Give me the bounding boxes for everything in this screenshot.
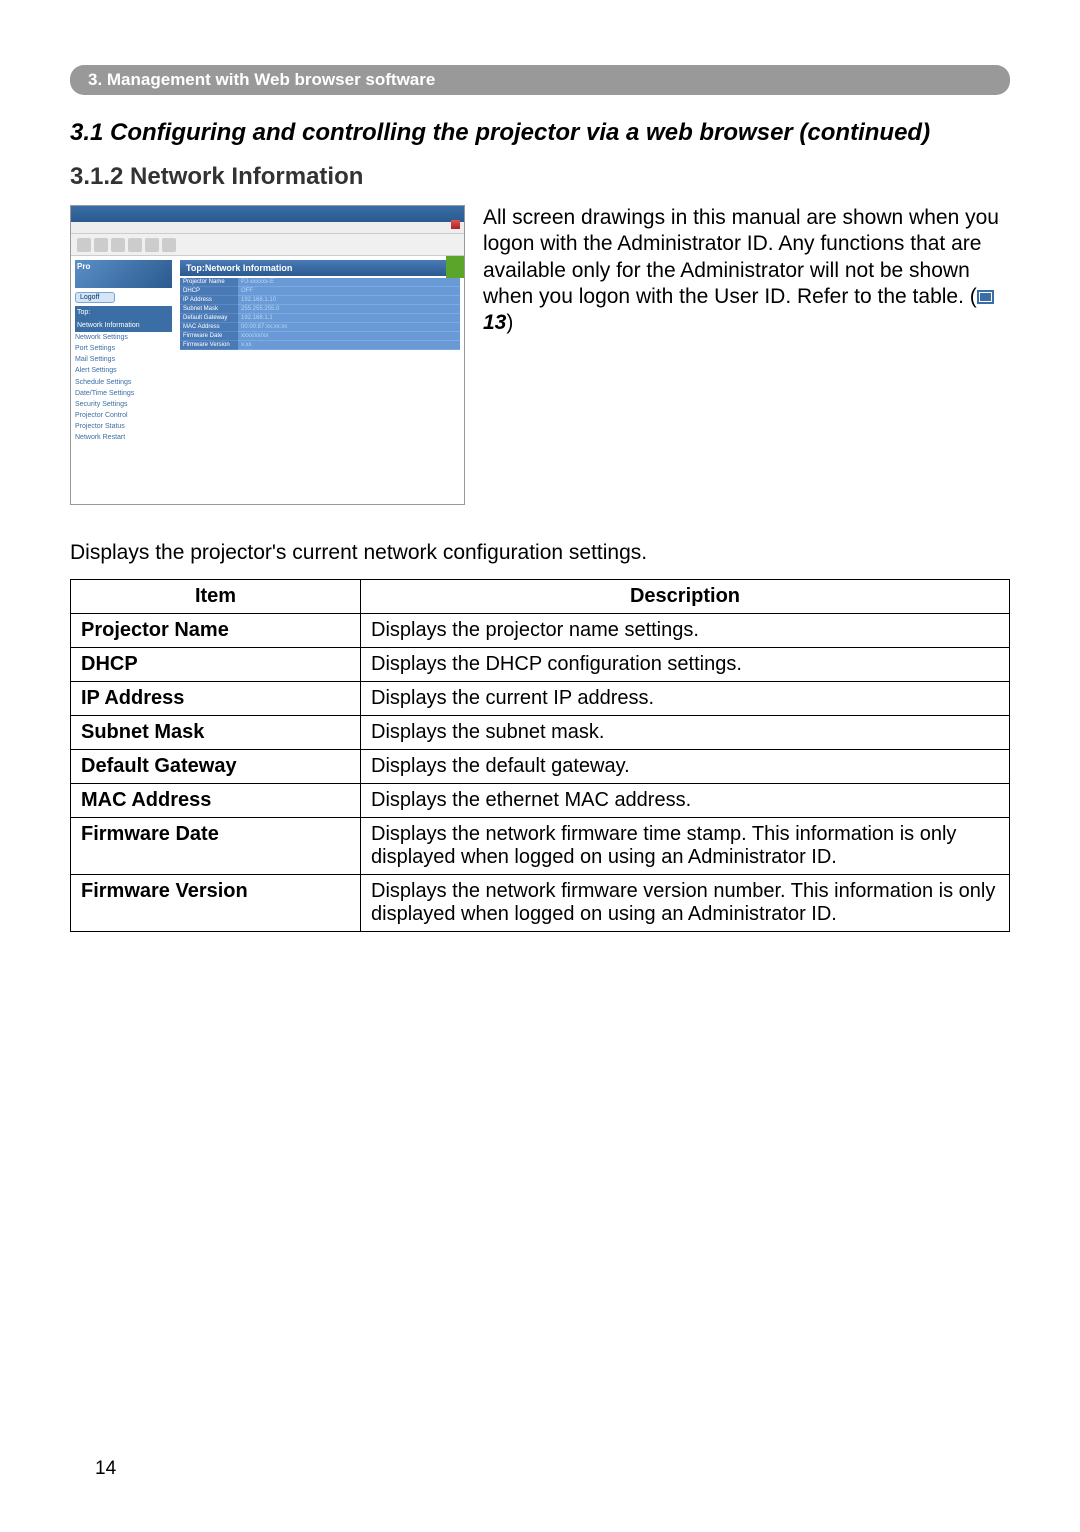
table-header-item: Item <box>71 580 361 614</box>
sidebar-item: Network Settings <box>75 332 172 343</box>
sidebar-item: Projector Control <box>75 410 172 421</box>
sidebar-logo: Pro <box>75 260 172 288</box>
description-text: Displays the projector's current network… <box>70 541 1010 565</box>
info-row: IP Address192.168.1.10 <box>180 296 460 305</box>
screenshot-menubar <box>71 222 464 234</box>
table-row: Firmware DateDisplays the network firmwa… <box>71 818 1010 875</box>
table-header-description: Description <box>361 580 1010 614</box>
info-label: Default Gateway <box>180 314 238 323</box>
table-row: IP AddressDisplays the current IP addres… <box>71 682 1010 716</box>
content-row: Pro Logoff Top:Network InformationNetwor… <box>70 205 1010 505</box>
info-label: Firmware Version <box>180 341 238 350</box>
screenshot-titlebar <box>71 206 464 222</box>
table-cell-description: Displays the network firmware time stamp… <box>361 818 1010 875</box>
info-row: Subnet Mask255.255.255.0 <box>180 305 460 314</box>
info-row: Firmware Versionx.xx <box>180 341 460 350</box>
info-row: DHCPOFF <box>180 287 460 296</box>
info-value: 192.168.1.10 <box>238 296 460 305</box>
table-row: DHCPDisplays the DHCP configuration sett… <box>71 648 1010 682</box>
table-cell-description: Displays the subnet mask. <box>361 716 1010 750</box>
table-cell-item: Firmware Version <box>71 875 361 932</box>
sidebar-item: Date/Time Settings <box>75 388 172 399</box>
paragraph-text: ) <box>506 311 513 334</box>
info-label: IP Address <box>180 296 238 305</box>
table-cell-description: Displays the ethernet MAC address. <box>361 784 1010 818</box>
sidebar-item: Alert Settings <box>75 365 172 376</box>
table-row: Projector NameDisplays the projector nam… <box>71 614 1010 648</box>
toolbar-icon <box>77 238 91 252</box>
sidebar-item: Network Restart <box>75 432 172 443</box>
table-cell-description: Displays the default gateway. <box>361 750 1010 784</box>
sidebar-item: Network Information <box>75 319 172 332</box>
info-value: xxxx/xx/xx <box>238 332 460 341</box>
table-cell-item: Firmware Date <box>71 818 361 875</box>
table-cell-item: DHCP <box>71 648 361 682</box>
table-cell-item: MAC Address <box>71 784 361 818</box>
info-value: OFF <box>238 287 460 296</box>
info-row: Firmware Datexxxx/xx/xx <box>180 332 460 341</box>
settings-table: Item Description Projector NameDisplays … <box>70 579 1010 932</box>
info-row: Default Gateway192.168.1.1 <box>180 314 460 323</box>
screenshot-sidebar: Pro Logoff Top:Network InformationNetwor… <box>71 256 176 504</box>
reference-number: 13 <box>483 311 506 334</box>
go-button-icon <box>446 256 464 278</box>
logoff-button: Logoff <box>75 292 115 303</box>
info-value: 255.255.255.0 <box>238 305 460 314</box>
sidebar-item: Security Settings <box>75 399 172 410</box>
table-cell-description: Displays the network firmware version nu… <box>361 875 1010 932</box>
sidebar-item: Mail Settings <box>75 354 172 365</box>
toolbar-icon <box>162 238 176 252</box>
table-row: MAC AddressDisplays the ethernet MAC add… <box>71 784 1010 818</box>
info-label: Subnet Mask <box>180 305 238 314</box>
table-cell-item: IP Address <box>71 682 361 716</box>
table-row: Default GatewayDisplays the default gate… <box>71 750 1010 784</box>
screenshot-main-header: Top:Network Information <box>180 260 460 276</box>
close-icon <box>451 220 460 229</box>
toolbar-icon <box>145 238 159 252</box>
table-row: Subnet MaskDisplays the subnet mask. <box>71 716 1010 750</box>
table-row: Firmware VersionDisplays the network fir… <box>71 875 1010 932</box>
info-row: MAC Address00:00:87:xx:xx:xx <box>180 323 460 332</box>
info-label: Projector Name <box>180 278 238 287</box>
screenshot-body: Pro Logoff Top:Network InformationNetwor… <box>71 256 464 504</box>
sidebar-item: Schedule Settings <box>75 377 172 388</box>
section-title: 3.1 Configuring and controlling the proj… <box>70 119 1010 147</box>
sidebar-item: Port Settings <box>75 343 172 354</box>
table-cell-description: Displays the DHCP configuration settings… <box>361 648 1010 682</box>
sidebar-item: Projector Status <box>75 421 172 432</box>
info-value: x.xx <box>238 341 460 350</box>
toolbar-icon <box>128 238 142 252</box>
table-cell-description: Displays the projector name settings. <box>361 614 1010 648</box>
table-cell-item: Subnet Mask <box>71 716 361 750</box>
info-label: MAC Address <box>180 323 238 332</box>
subsection-title: 3.1.2 Network Information <box>70 163 1010 191</box>
screenshot-thumbnail: Pro Logoff Top:Network InformationNetwor… <box>70 205 465 505</box>
info-value: 192.168.1.1 <box>238 314 460 323</box>
intro-paragraph: All screen drawings in this manual are s… <box>483 205 1010 336</box>
screenshot-main: Top:Network Information Projector NamePJ… <box>176 256 464 504</box>
info-table: Projector NamePJ-xxxxxx-EDHCPOFFIP Addre… <box>180 278 460 350</box>
book-icon <box>977 290 994 304</box>
info-value: 00:00:87:xx:xx:xx <box>238 323 460 332</box>
chapter-header: 3. Management with Web browser software <box>70 65 1010 95</box>
table-cell-item: Projector Name <box>71 614 361 648</box>
info-label: Firmware Date <box>180 332 238 341</box>
toolbar-icon <box>111 238 125 252</box>
info-row: Projector NamePJ-xxxxxx-E <box>180 278 460 287</box>
page-number: 14 <box>95 1458 116 1480</box>
info-label: DHCP <box>180 287 238 296</box>
table-cell-item: Default Gateway <box>71 750 361 784</box>
screenshot-toolbar <box>71 234 464 256</box>
sidebar-item: Top: <box>75 306 172 319</box>
toolbar-icon <box>94 238 108 252</box>
table-cell-description: Displays the current IP address. <box>361 682 1010 716</box>
info-value: PJ-xxxxxx-E <box>238 278 460 287</box>
